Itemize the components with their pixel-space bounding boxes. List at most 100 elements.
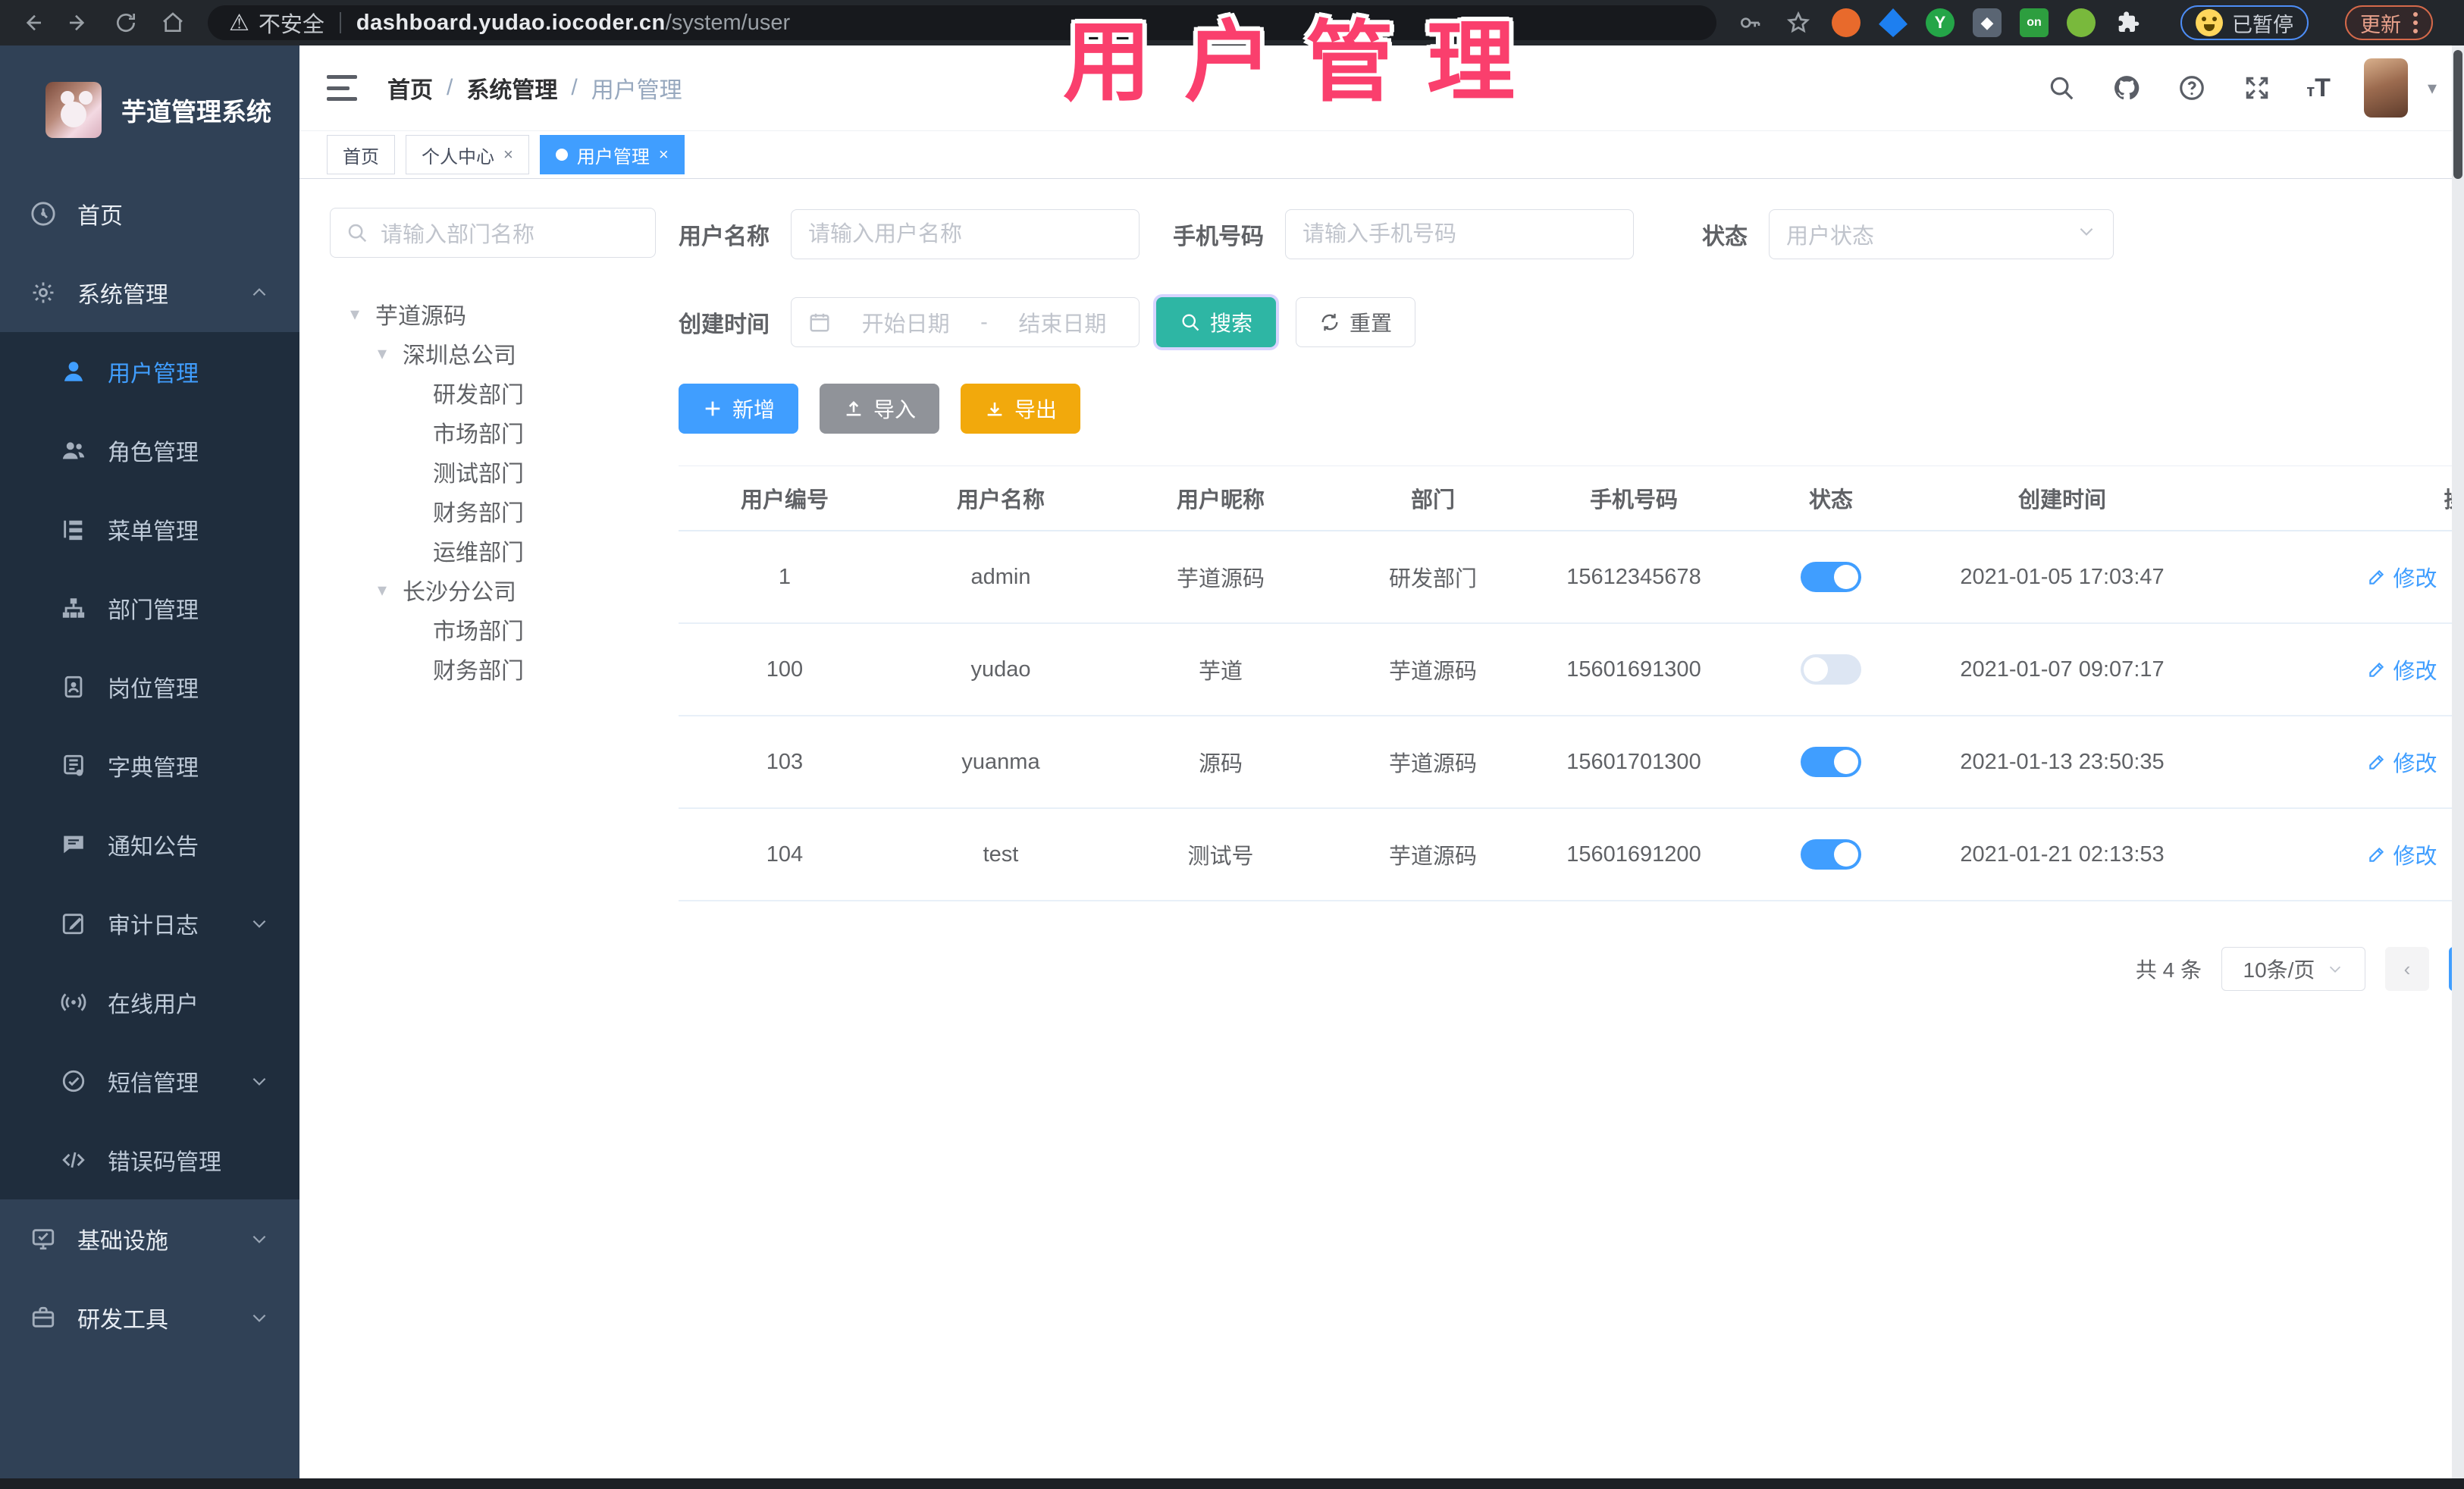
sidebar-item-notice[interactable]: 通知公告 xyxy=(0,805,299,884)
browser-home-icon[interactable] xyxy=(158,8,188,38)
sidebar-item-label: 审计日志 xyxy=(108,914,199,939)
browser-forward-icon[interactable] xyxy=(64,8,94,38)
close-icon[interactable]: × xyxy=(659,145,669,165)
caret-down-icon[interactable]: ▾ xyxy=(345,303,365,325)
cell-created: 2021-01-21 02:13:53 xyxy=(1960,842,2165,867)
browser-menu-icon[interactable] xyxy=(2413,12,2418,33)
reset-button[interactable]: 重置 xyxy=(1296,297,1416,347)
extension-on-badge[interactable]: on xyxy=(2020,8,2049,37)
sidebar-logo[interactable]: 芋道管理系统 xyxy=(0,45,299,174)
browser-back-icon[interactable] xyxy=(17,8,47,38)
table-row: 104 test 测试号 芋道源码 15601691200 2021-01-21… xyxy=(679,809,2464,901)
status-toggle[interactable] xyxy=(1801,839,1861,870)
cell-nickname: 测试号 xyxy=(1187,845,1254,869)
page-size-select[interactable]: 10条/页 xyxy=(2221,947,2365,991)
status-toggle[interactable] xyxy=(1801,562,1861,592)
extension-pin-icon[interactable] xyxy=(2067,8,2096,37)
dept-search-input[interactable]: 请输入部门名称 xyxy=(330,208,656,258)
sidebar-collapse-icon[interactable] xyxy=(327,75,357,101)
table-header-row: 用户编号 用户名称 用户昵称 部门 手机号码 状态 创建时间 操作 xyxy=(679,466,2464,531)
profile-chip[interactable]: 已暂停 xyxy=(2180,5,2309,40)
export-button[interactable]: 导出 xyxy=(961,384,1081,434)
fullscreen-icon[interactable] xyxy=(2241,72,2273,104)
pagination: 共 4 条 10条/页 ‹ 1 › 前往 页 xyxy=(679,947,2464,991)
tag-home[interactable]: 首页 xyxy=(327,135,395,174)
sidebar-item-sms-management[interactable]: 短信管理 xyxy=(0,1042,299,1121)
sidebar-item-role-management[interactable]: 角色管理 xyxy=(0,411,299,490)
breadcrumb-home[interactable]: 首页 xyxy=(387,71,433,105)
profile-avatar-emoji xyxy=(2196,9,2223,36)
user-avatar[interactable] xyxy=(2363,58,2408,118)
sidebar-item-label: 短信管理 xyxy=(108,1071,199,1096)
font-size-icon[interactable]: тT xyxy=(2306,74,2331,103)
tree-node[interactable]: ▾ 长沙分公司 xyxy=(330,570,656,610)
browser-update-button[interactable]: 更新 xyxy=(2345,5,2433,40)
sidebar-item-user-management[interactable]: 用户管理 xyxy=(0,332,299,411)
breadcrumb-system[interactable]: 系统管理 xyxy=(466,71,557,105)
mobile-input[interactable] xyxy=(1303,221,1616,247)
help-icon[interactable] xyxy=(2176,72,2208,104)
page-scrollbar[interactable] xyxy=(2452,45,2464,1480)
pencil-icon xyxy=(2369,569,2384,585)
edit-link[interactable]: 修改 xyxy=(2367,746,2437,778)
edit-link[interactable]: 修改 xyxy=(2367,561,2437,593)
edit-link[interactable]: 修改 xyxy=(2367,839,2437,870)
search-button[interactable]: 搜索 xyxy=(1156,297,1277,347)
scrollbar-thumb[interactable] xyxy=(2453,50,2462,179)
caret-down-icon[interactable]: ▾ xyxy=(372,579,392,601)
tag-user-management[interactable]: 用户管理 × xyxy=(539,135,685,174)
edit-link[interactable]: 修改 xyxy=(2367,654,2437,685)
tree-node[interactable]: 运维部门 xyxy=(330,531,656,570)
bookmark-star-icon[interactable] xyxy=(1783,8,1814,38)
status-toggle[interactable] xyxy=(1801,654,1861,685)
upload-icon xyxy=(846,401,861,416)
cell-id: 100 xyxy=(766,657,804,682)
extension-grid-icon[interactable]: ◆ xyxy=(1973,8,2002,37)
status-select[interactable]: 用户状态 xyxy=(1769,209,2114,259)
tree-node-label: 运维部门 xyxy=(433,541,524,566)
extension-y-icon[interactable]: Y xyxy=(1926,8,1955,37)
sidebar-item-system[interactable]: 系统管理 xyxy=(0,253,299,332)
status-toggle[interactable] xyxy=(1801,747,1861,777)
username-input[interactable] xyxy=(808,221,1122,247)
prev-page-button[interactable]: ‹ xyxy=(2384,947,2429,991)
github-icon[interactable] xyxy=(2111,72,2143,104)
sidebar-item-error-code[interactable]: 错误码管理 xyxy=(0,1121,299,1199)
sidebar-item-post-management[interactable]: 岗位管理 xyxy=(0,647,299,726)
dictionary-icon xyxy=(59,751,88,780)
tree-node[interactable]: ▾ 深圳总公司 xyxy=(330,334,656,373)
extension-ublock-icon[interactable] xyxy=(1832,8,1861,37)
sidebar-item-label: 错误码管理 xyxy=(108,1150,221,1175)
sidebar-item-label: 首页 xyxy=(77,204,123,229)
sidebar-item-audit-log[interactable]: 审计日志 xyxy=(0,884,299,963)
tree-node[interactable]: 研发部门 xyxy=(330,373,656,412)
sidebar-item-infrastructure[interactable]: 基础设施 xyxy=(0,1199,299,1278)
sidebar-item-dev-tools[interactable]: 研发工具 xyxy=(0,1278,299,1357)
extensions-puzzle-icon[interactable] xyxy=(2114,8,2144,38)
sidebar-item-online-users[interactable]: 在线用户 xyxy=(0,963,299,1042)
avatar-caret-icon[interactable]: ▾ xyxy=(2428,77,2437,99)
tree-node[interactable]: 财务部门 xyxy=(330,649,656,688)
tree-node[interactable]: 市场部门 xyxy=(330,610,656,649)
sidebar-item-dict-management[interactable]: 字典管理 xyxy=(0,726,299,805)
sidebar: 芋道管理系统 首页 系统管理 用户管理 角色管理 菜单管理 部门管理 岗位管理 … xyxy=(0,45,299,1480)
browser-reload-icon[interactable] xyxy=(111,8,141,38)
search-icon[interactable] xyxy=(2045,72,2077,104)
extension-drop-icon[interactable] xyxy=(1879,8,1908,37)
import-button[interactable]: 导入 xyxy=(820,384,940,434)
sidebar-item-dept-management[interactable]: 部门管理 xyxy=(0,569,299,647)
date-range-picker[interactable]: 开始日期 - 结束日期 xyxy=(791,297,1140,347)
sidebar-item-menu-management[interactable]: 菜单管理 xyxy=(0,490,299,569)
tag-profile[interactable]: 个人中心 × xyxy=(406,135,529,174)
tree-node[interactable]: ▾ 芋道源码 xyxy=(330,294,656,334)
add-button[interactable]: 新增 xyxy=(679,384,799,434)
mobile-field[interactable] xyxy=(1285,209,1634,259)
tree-node[interactable]: 市场部门 xyxy=(330,412,656,452)
sidebar-item-home[interactable]: 首页 xyxy=(0,174,299,253)
tree-node[interactable]: 财务部门 xyxy=(330,491,656,531)
tree-node[interactable]: 测试部门 xyxy=(330,452,656,491)
close-icon[interactable]: × xyxy=(503,145,513,165)
key-icon[interactable] xyxy=(1735,8,1765,38)
username-field[interactable] xyxy=(791,209,1140,259)
caret-down-icon[interactable]: ▾ xyxy=(372,343,392,365)
